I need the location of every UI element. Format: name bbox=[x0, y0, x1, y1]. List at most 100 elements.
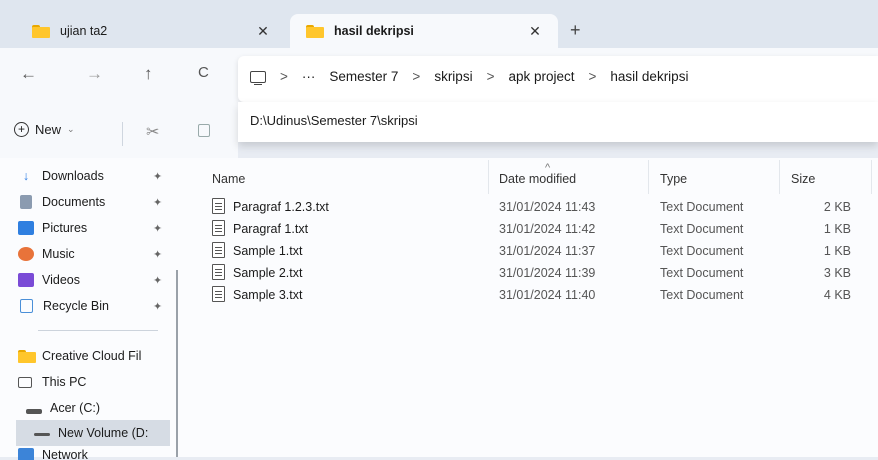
sidebar-item-videos[interactable]: Videos ✦ bbox=[18, 268, 168, 292]
up-button[interactable]: ↑ bbox=[144, 64, 153, 84]
close-icon[interactable]: ✕ bbox=[524, 23, 546, 40]
pin-icon: ✦ bbox=[153, 222, 163, 235]
file-type: Text Document bbox=[660, 222, 744, 236]
sidebar-item-label: Videos bbox=[42, 273, 80, 287]
file-size: 3 KB bbox=[823, 266, 851, 280]
plus-icon: + bbox=[14, 122, 29, 137]
sidebar-item-downloads[interactable]: ↓ Downloads ✦ bbox=[18, 164, 168, 188]
table-row[interactable]: Paragraf 1.txt 31/01/2024 11:42 Text Doc… bbox=[199, 219, 878, 241]
computer-icon[interactable] bbox=[250, 70, 266, 85]
column-header-name[interactable]: Name bbox=[212, 172, 245, 186]
breadcrumb-separator: > bbox=[486, 69, 495, 84]
column-divider[interactable] bbox=[648, 160, 649, 194]
sidebar-item-label: Pictures bbox=[42, 221, 88, 235]
tab-title: hasil dekripsi bbox=[334, 24, 414, 38]
folder-icon bbox=[306, 24, 324, 38]
text-file-icon bbox=[212, 220, 225, 236]
copy-icon[interactable] bbox=[198, 124, 210, 137]
sidebar-item-pictures[interactable]: Pictures ✦ bbox=[18, 216, 168, 240]
file-size: 4 KB bbox=[823, 288, 851, 302]
pin-icon: ✦ bbox=[153, 248, 163, 261]
chevron-down-icon: ⌄ bbox=[67, 124, 75, 134]
sidebar-item-label: This PC bbox=[42, 375, 87, 389]
column-headers: ^ Name Date modified Type Size bbox=[199, 160, 878, 194]
tab-bar: ujian ta2 ✕ hasil dekripsi ✕ + bbox=[0, 0, 878, 48]
file-name: Sample 2.txt bbox=[233, 266, 303, 280]
table-row[interactable]: Sample 1.txt 31/01/2024 11:37 Text Docum… bbox=[199, 241, 878, 263]
table-row[interactable]: Sample 3.txt 31/01/2024 11:40 Text Docum… bbox=[199, 285, 878, 307]
sidebar-item-network[interactable]: Network bbox=[18, 448, 168, 460]
pin-icon: ✦ bbox=[153, 274, 163, 287]
tab-ujian-ta2[interactable]: ujian ta2 ✕ bbox=[16, 14, 286, 48]
new-label: New bbox=[35, 122, 62, 137]
pin-icon: ✦ bbox=[153, 196, 163, 209]
pin-icon: ✦ bbox=[153, 300, 163, 313]
file-type: Text Document bbox=[660, 200, 744, 214]
file-name: Paragraf 1.txt bbox=[233, 222, 309, 236]
column-divider[interactable] bbox=[871, 160, 872, 194]
text-file-icon bbox=[212, 286, 225, 302]
folder-icon bbox=[32, 24, 50, 38]
column-header-type[interactable]: Type bbox=[660, 172, 687, 186]
sidebar-item-recycle-bin[interactable]: Recycle Bin ✦ bbox=[18, 294, 168, 318]
text-file-icon bbox=[212, 198, 225, 214]
sidebar-item-music[interactable]: Music ✦ bbox=[18, 242, 168, 266]
back-button[interactable]: ← bbox=[20, 64, 37, 84]
sidebar-item-new-volume-d[interactable]: New Volume (D: bbox=[16, 420, 170, 446]
cut-icon[interactable]: ✂ bbox=[146, 122, 159, 142]
tab-hasil-dekripsi[interactable]: hasil dekripsi ✕ bbox=[290, 14, 558, 48]
breadcrumb-overflow[interactable]: ··· bbox=[302, 69, 316, 84]
folder-icon bbox=[18, 349, 36, 363]
file-type: Text Document bbox=[660, 266, 744, 280]
tab-title: ujian ta2 bbox=[60, 24, 108, 38]
music-icon bbox=[18, 247, 34, 261]
documents-icon bbox=[20, 195, 32, 209]
column-header-size[interactable]: Size bbox=[791, 172, 815, 186]
sidebar-item-acer-c[interactable]: Acer (C:) bbox=[26, 396, 176, 420]
new-tab-button[interactable]: + bbox=[570, 20, 581, 41]
this-pc-icon bbox=[18, 376, 32, 388]
file-name: Sample 1.txt bbox=[233, 244, 303, 258]
breadcrumb-separator: > bbox=[588, 69, 597, 84]
file-date: 31/01/2024 11:43 bbox=[499, 200, 596, 214]
breadcrumb-item[interactable]: Semester 7 bbox=[329, 69, 398, 84]
address-bar[interactable]: > ··· Semester 7 > skripsi > apk project… bbox=[238, 56, 878, 102]
download-icon: ↓ bbox=[22, 169, 30, 183]
column-header-date-modified[interactable]: Date modified bbox=[499, 172, 576, 186]
file-type: Text Document bbox=[660, 288, 744, 302]
close-icon[interactable]: ✕ bbox=[252, 23, 274, 40]
sidebar-item-this-pc[interactable]: This PC bbox=[18, 370, 168, 394]
navigation-pane: ↓ Downloads ✦ Documents ✦ Pictures ✦ Mus… bbox=[0, 158, 178, 460]
command-bar: + New ⌄ ✂ bbox=[0, 108, 238, 158]
file-size: 1 KB bbox=[823, 222, 851, 236]
table-row[interactable]: Paragraf 1.2.3.txt 31/01/2024 11:43 Text… bbox=[199, 197, 878, 219]
file-name: Sample 3.txt bbox=[233, 288, 303, 302]
breadcrumb-item[interactable]: apk project bbox=[508, 69, 574, 84]
column-divider[interactable] bbox=[779, 160, 780, 194]
breadcrumb: > ··· Semester 7 > skripsi > apk project… bbox=[250, 69, 688, 85]
pictures-icon bbox=[18, 221, 34, 235]
sidebar-item-label: Documents bbox=[42, 195, 106, 209]
column-divider[interactable] bbox=[488, 160, 489, 194]
breadcrumb-item[interactable]: hasil dekripsi bbox=[610, 69, 688, 84]
drive-icon bbox=[34, 432, 50, 436]
sidebar-item-label: Network bbox=[42, 448, 88, 460]
address-suggestion[interactable]: D:\Udinus\Semester 7\skripsi bbox=[238, 102, 878, 142]
sidebar-item-label: Recycle Bin bbox=[43, 299, 109, 313]
text-file-icon bbox=[212, 264, 225, 280]
pin-icon: ✦ bbox=[153, 170, 163, 183]
breadcrumb-separator: > bbox=[280, 69, 288, 84]
file-name: Paragraf 1.2.3.txt bbox=[233, 200, 329, 214]
breadcrumb-item[interactable]: skripsi bbox=[434, 69, 472, 84]
table-row[interactable]: Sample 2.txt 31/01/2024 11:39 Text Docum… bbox=[199, 263, 878, 285]
forward-button[interactable]: → bbox=[86, 64, 103, 84]
new-button[interactable]: + New ⌄ bbox=[14, 122, 75, 137]
refresh-button[interactable]: C bbox=[198, 64, 209, 81]
sidebar-item-documents[interactable]: Documents ✦ bbox=[18, 190, 168, 214]
file-size: 2 KB bbox=[823, 200, 851, 214]
sidebar-scrollbar[interactable] bbox=[176, 270, 178, 457]
file-size: 1 KB bbox=[823, 244, 851, 258]
sidebar-item-creative-cloud[interactable]: Creative Cloud Fil bbox=[18, 344, 168, 368]
sidebar-item-label: Downloads bbox=[42, 169, 104, 183]
suggestion-text: D:\Udinus\Semester 7\skripsi bbox=[250, 113, 418, 128]
